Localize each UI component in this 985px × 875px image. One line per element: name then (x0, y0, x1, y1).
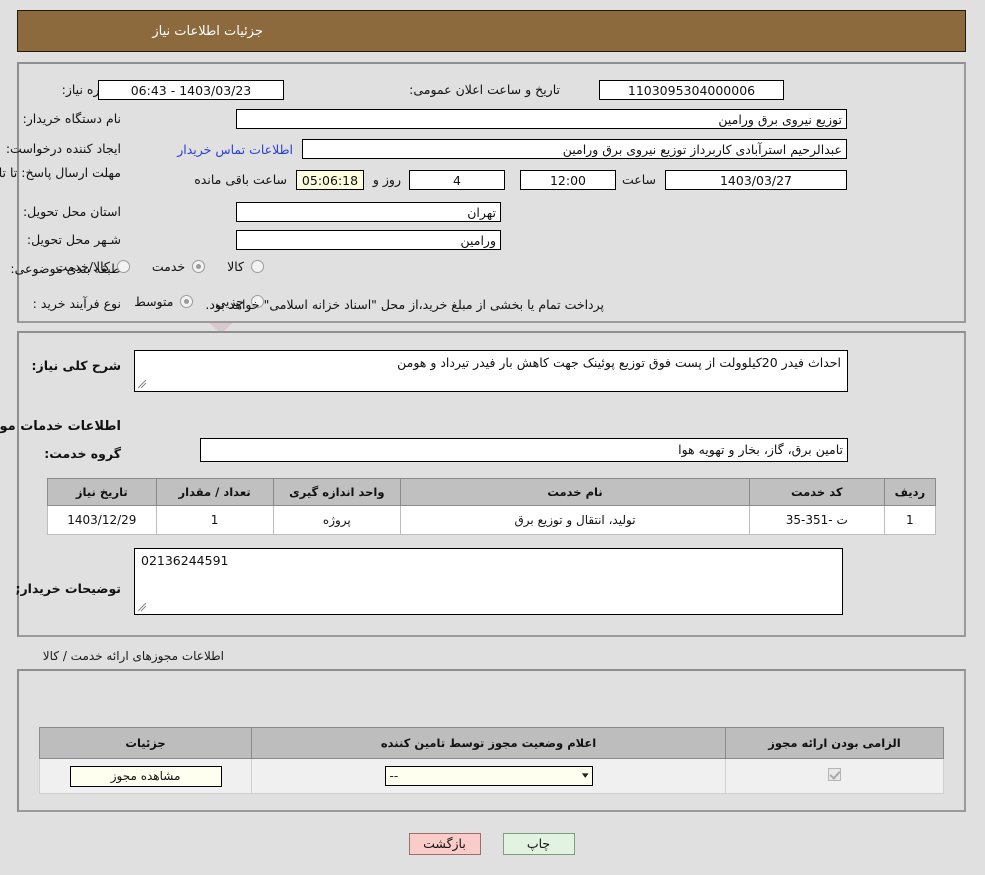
print-button[interactable]: چاپ (504, 833, 576, 855)
public-announce-label-row: تاریخ و ساعت اعلان عمومی: (410, 82, 561, 97)
buyer-notes-value: 02136244591 (142, 553, 835, 568)
back-button[interactable]: بازگشت (410, 833, 482, 855)
cell-service-name: تولید، انتقال و توزیع برق (402, 506, 751, 535)
resize-grip-icon[interactable] (139, 380, 148, 389)
cell-need-date: 1403/12/29 (49, 506, 158, 535)
col-need-date: تاریخ نیاز (49, 479, 158, 506)
services-table: ردیف کد خدمت نام خدمت واحد اندازه گیری ت… (48, 478, 937, 535)
permit-status-select[interactable]: ▾ -- (386, 766, 594, 786)
deadline-days-label: روز و (374, 172, 402, 187)
public-announce-field[interactable]: 1403/03/23 - 06:43 (99, 80, 285, 100)
treasury-note: پرداخت تمام یا بخشی از مبلغ خرید،از محل … (206, 297, 605, 312)
deadline-label: مهلت ارسال پاسخ: تا تاریخ: (12, 165, 122, 180)
deadline-date-field[interactable]: 1403/03/27 (666, 170, 848, 190)
province-label-row: استان محل تحویل: (24, 204, 122, 219)
category-option-kala-khedmat[interactable]: کالا/خدمت (52, 259, 130, 274)
need-number-field[interactable]: 1103095304000006 (600, 80, 785, 100)
province-label: استان محل تحویل: (24, 204, 122, 219)
purchase-type-label: نوع فرآیند خرید : (34, 296, 122, 311)
province-field[interactable]: تهران (237, 202, 502, 222)
page-title: جزئیات اطلاعات نیاز (153, 24, 264, 39)
requester-label: ایجاد کننده درخواست: (7, 141, 122, 156)
deadline-label-row: مهلت ارسال پاسخ: تا تاریخ: (12, 165, 122, 180)
buyer-notes-label: توضیحات خریدار; (16, 581, 122, 596)
col-row: ردیف (885, 479, 936, 506)
permits-caption: اطلاعات مجوزهای ارائه خدمت / کالا (44, 649, 225, 663)
permits-table-header-row: الزامی بودن ارائه مجوز اعلام وضعیت مجوز … (41, 728, 945, 759)
public-announce-label: تاریخ و ساعت اعلان عمومی: (410, 82, 561, 97)
cell-row: 1 (885, 506, 936, 535)
col-permit-details: جزئیات (41, 728, 253, 759)
need-desc-value: احداث فیدر 20کیلوولت از پست فوق توزیع پو… (398, 355, 842, 370)
cell-permit-details: مشاهده مجوز (41, 759, 253, 794)
buyer-org-label-row: نام دستگاه خریدار: (24, 111, 122, 126)
col-service-code: کد خدمت (750, 479, 885, 506)
buyer-org-label: نام دستگاه خریدار: (24, 111, 122, 126)
category-option-kala[interactable]: کالا (224, 259, 265, 274)
requester-label-row: ایجاد کننده درخواست: (7, 141, 122, 156)
permits-table: الزامی بودن ارائه مجوز اعلام وضعیت مجوز … (40, 727, 945, 794)
deadline-time-label: ساعت (623, 172, 657, 187)
need-desc-label: شرح کلی نیاز: (33, 358, 122, 373)
need-desc-textarea[interactable]: احداث فیدر 20کیلوولت از پست فوق توزیع پو… (135, 350, 849, 392)
services-table-header-row: ردیف کد خدمت نام خدمت واحد اندازه گیری ت… (49, 479, 937, 506)
need-summary-panel (18, 62, 967, 323)
purchase-type-option-motavaset[interactable]: متوسط (131, 294, 194, 309)
table-row: 1 ت -351-35 تولید، انتقال و توزیع برق پر… (49, 506, 937, 535)
purchase-type-label-row: نوع فرآیند خرید : (34, 296, 122, 311)
permit-required-checkbox-icon (829, 768, 842, 781)
category-radio-khedmat-icon[interactable] (193, 260, 206, 273)
category-label-kala-khedmat: کالا/خدمت (56, 259, 110, 274)
buyer-org-field[interactable]: توزیع نیروی برق ورامین (237, 109, 848, 129)
category-label-khedmat: خدمت (153, 259, 186, 274)
category-radio-group: کالا خدمت کالا/خدمت (34, 259, 265, 274)
category-option-khedmat[interactable]: خدمت (149, 259, 206, 274)
col-permit-status: اعلام وضعیت مجوز توسط تامین کننده (253, 728, 727, 759)
permit-status-value: -- (391, 769, 400, 783)
cell-quantity: 1 (157, 506, 274, 535)
col-service-name: نام خدمت (402, 479, 751, 506)
buyer-notes-textarea[interactable]: 02136244591 (135, 548, 844, 615)
category-label-kala: کالا (228, 259, 245, 274)
col-permit-required: الزامی بودن ارائه مجوز (726, 728, 944, 759)
chevron-down-icon: ▾ (583, 772, 590, 781)
resize-grip-icon-notes[interactable] (139, 603, 148, 612)
requester-field[interactable]: عبدالرحیم استرآبادی کاربرداز توزیع نیروی… (303, 139, 848, 159)
services-section-heading: اطلاعات خدمات مورد نیاز (0, 419, 122, 434)
deadline-remaining-field: 05:06:18 (297, 170, 365, 190)
cell-permit-status: ▾ -- (253, 759, 727, 794)
deadline-time-field[interactable]: 12:00 (521, 170, 617, 190)
purchase-type-radio-motavaset-icon[interactable] (181, 295, 194, 308)
cell-unit: پروژه (274, 506, 402, 535)
cell-permit-required (726, 759, 944, 794)
city-label-row: شـهر محل تحویل: (28, 232, 122, 247)
purchase-type-label-motavaset: متوسط (135, 294, 174, 309)
service-group-label: گروه خدمت: (45, 446, 122, 461)
deadline-days-field[interactable]: 4 (410, 170, 506, 190)
permits-table-row: ▾ -- مشاهده مجوز (41, 759, 945, 794)
footer-button-row: بازگشت چاپ (0, 833, 985, 855)
col-unit: واحد اندازه گیری (274, 479, 402, 506)
view-permit-button[interactable]: مشاهده مجوز (71, 766, 223, 787)
category-radio-kala-khedmat-icon[interactable] (118, 260, 131, 273)
city-label: شـهر محل تحویل: (28, 232, 122, 247)
category-radio-kala-icon[interactable] (252, 260, 265, 273)
deadline-remaining-label: ساعت باقی مانده (195, 172, 288, 187)
service-group-field[interactable]: تامین برق، گاز، بخار و تهویه هوا (201, 438, 849, 462)
buyer-contact-link[interactable]: اطلاعات تماس خریدار (178, 142, 294, 157)
page-header: جزئیات اطلاعات نیاز (18, 10, 967, 52)
cell-service-code: ت -351-35 (750, 506, 885, 535)
col-quantity: تعداد / مقدار (157, 479, 274, 506)
city-field[interactable]: ورامین (237, 230, 502, 250)
